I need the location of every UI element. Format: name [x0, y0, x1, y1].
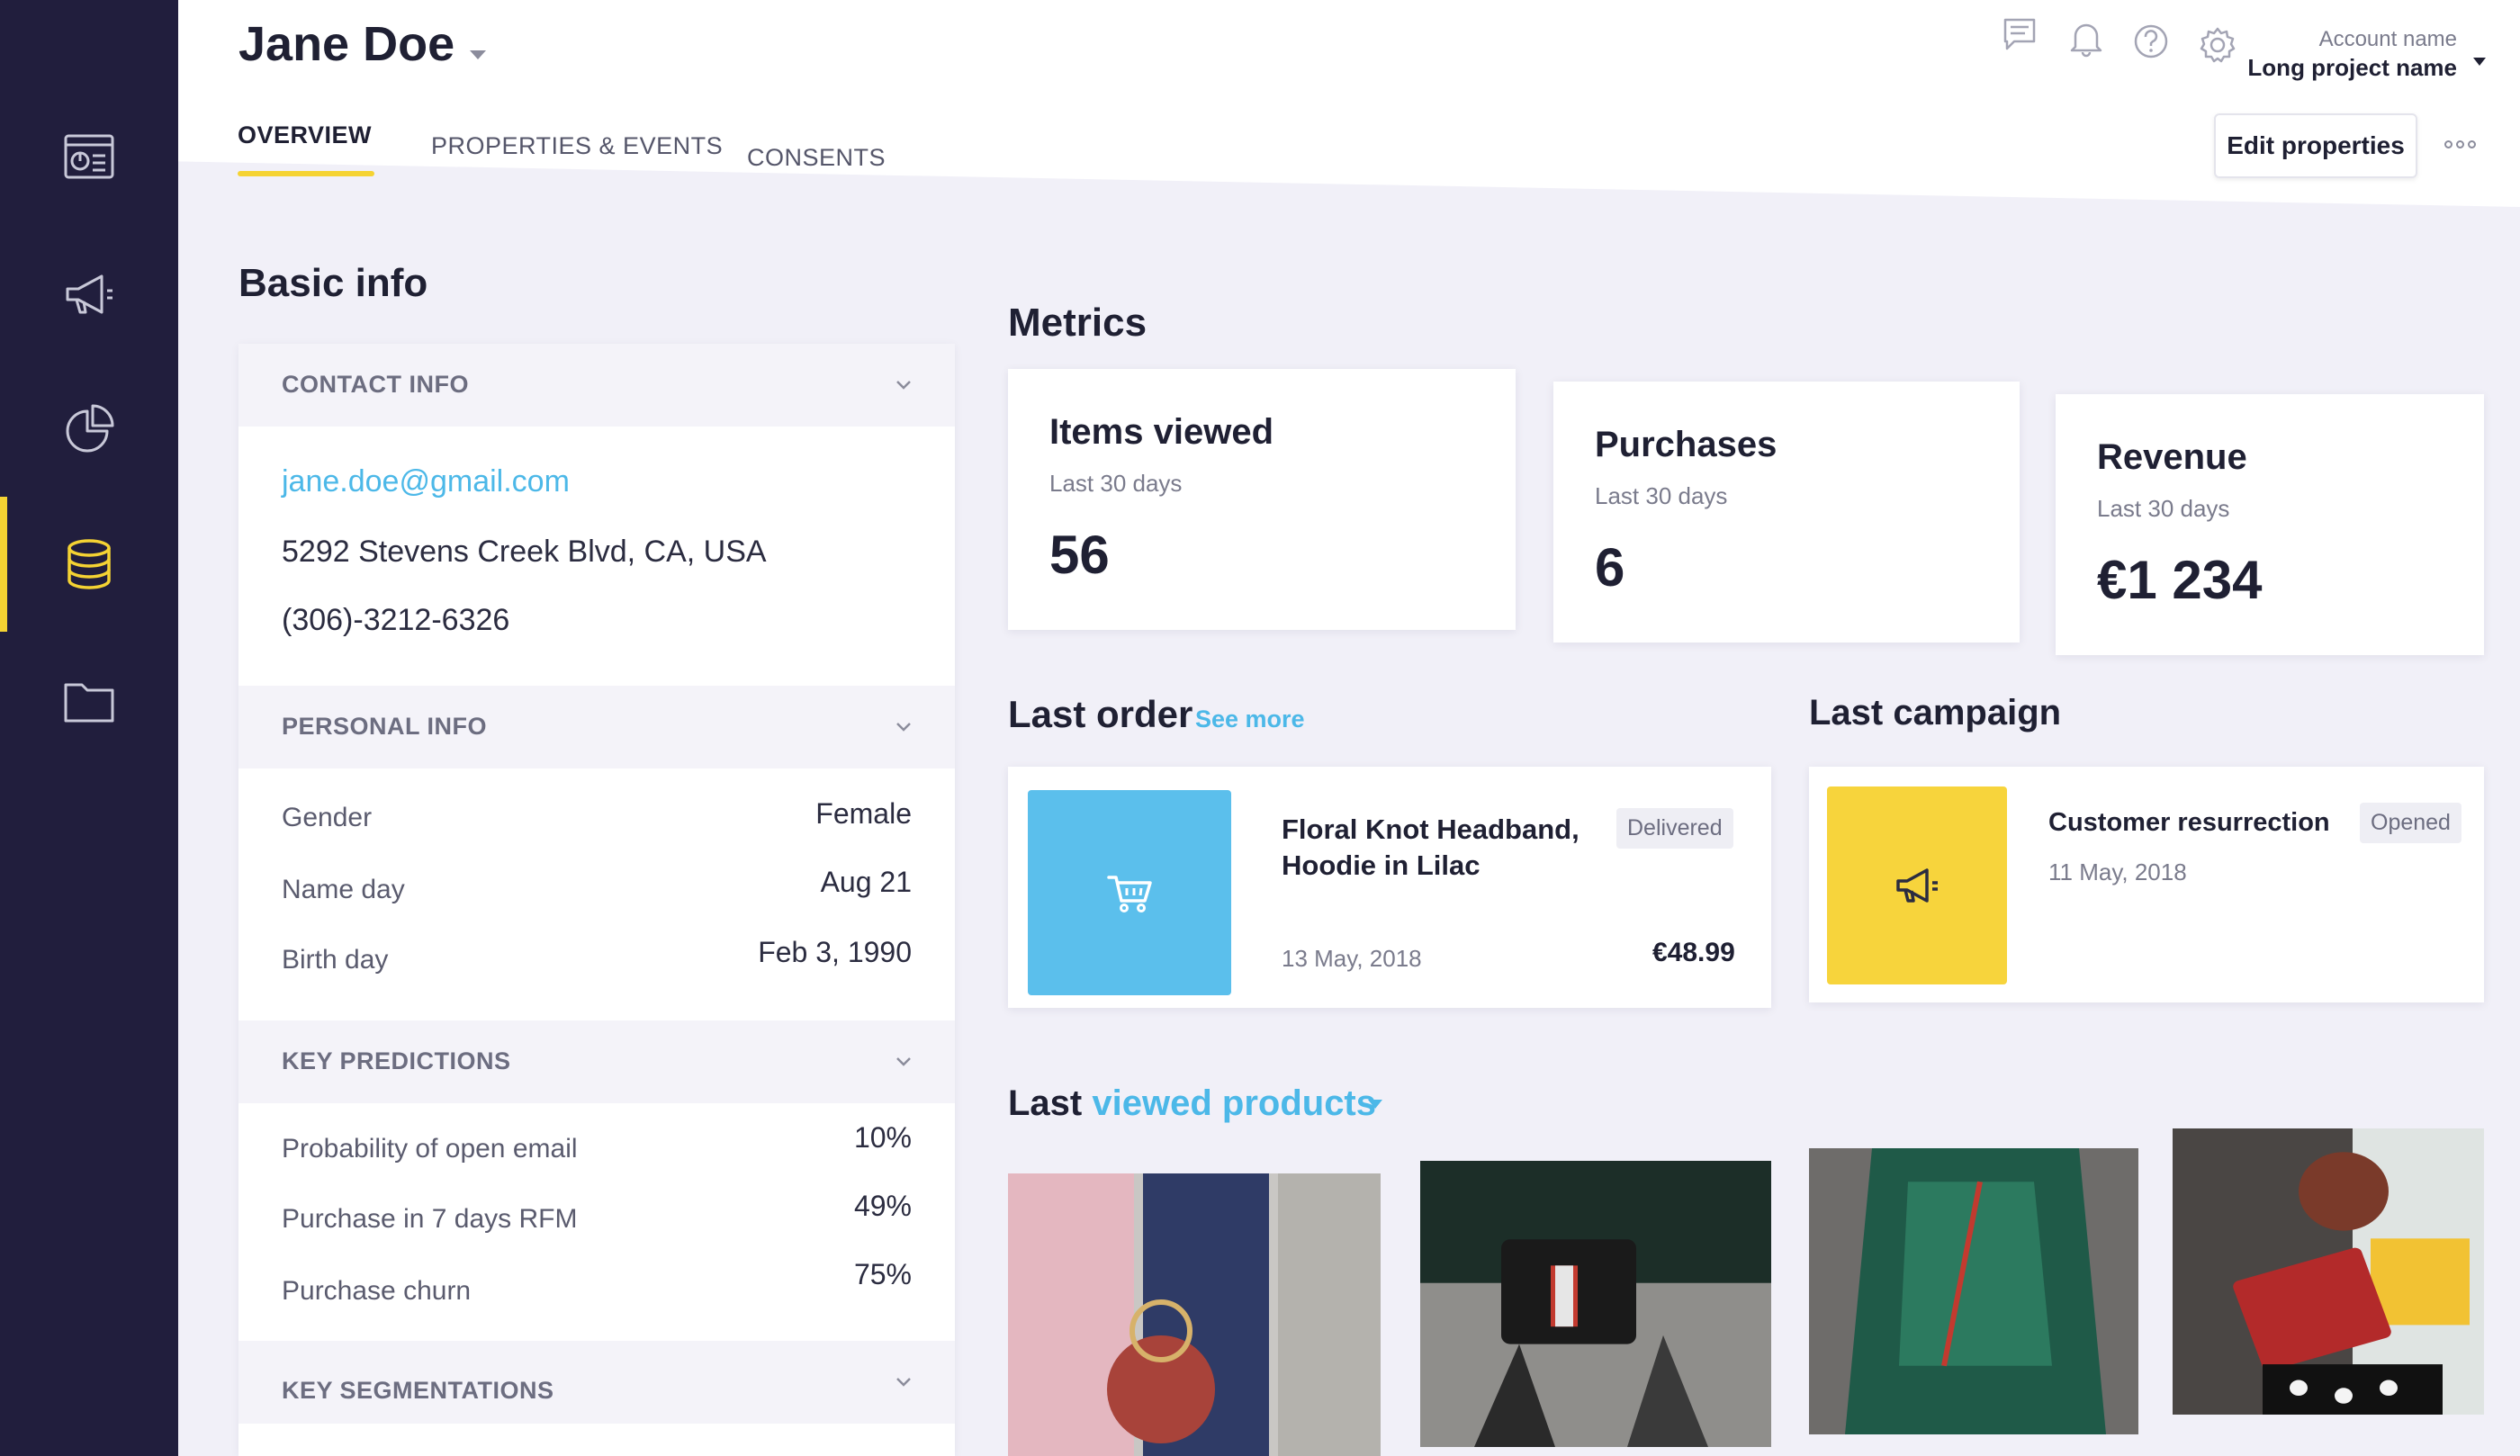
metric-period: Last 30 days [2097, 495, 2230, 522]
last-campaign-title: Last campaign [1809, 693, 2062, 732]
product-photo [2173, 1128, 2484, 1415]
campaign-date: 11 May, 2018 [2048, 858, 2187, 885]
megaphone-icon [1896, 868, 1938, 903]
product-thumbnail-4[interactable] [2173, 1128, 2484, 1415]
caret-down-icon[interactable] [2473, 58, 2486, 66]
metric-card-items-viewed: Items viewed Last 30 days 56 [1008, 369, 1516, 630]
name-day-value: Aug 21 [820, 866, 912, 898]
order-product-name-line2: Hoodie in Lilac [1282, 849, 1480, 881]
order-date: 13 May, 2018 [1282, 945, 1422, 972]
chat-icon[interactable] [2000, 14, 2039, 54]
key-segmentations-header[interactable]: KEY SEGMENTATIONS [238, 1341, 955, 1424]
bell-icon[interactable] [2066, 18, 2106, 58]
gender-label: Gender [282, 803, 373, 832]
see-more-link[interactable]: See more [1195, 706, 1305, 733]
phone-text: (306)-3212-6326 [282, 603, 510, 637]
customer-name[interactable]: Jane Doe [238, 16, 454, 72]
viewed-products-selector[interactable]: viewed products [1092, 1083, 1376, 1123]
purchase-churn-label: Purchase churn [282, 1276, 472, 1306]
basic-info-panel: CONTACT INFO jane.doe@gmail.com 5292 Ste… [238, 344, 955, 1456]
last-viewed-products-title: Last viewed products [1008, 1083, 1376, 1124]
metric-value: €1 234 [2097, 550, 2263, 610]
tab-overview[interactable]: OVERVIEW [238, 121, 372, 149]
account-label: Account name [2318, 27, 2457, 51]
pie-chart-icon [66, 404, 114, 453]
more-options-icon[interactable] [2444, 135, 2480, 153]
basic-info-title: Basic info [238, 261, 428, 305]
campaign-thumbnail [1827, 786, 2007, 984]
project-selector[interactable]: Long project name [2196, 54, 2457, 82]
shopping-cart-icon [1107, 876, 1152, 912]
metric-card-purchases: Purchases Last 30 days 6 [1553, 382, 2020, 643]
sidebar-item-dashboard[interactable] [0, 90, 178, 225]
metric-period: Last 30 days [1049, 470, 1183, 497]
key-segmentations-label: KEY SEGMENTATIONS [282, 1377, 554, 1404]
tab-consents[interactable]: CONSENTS [747, 144, 886, 172]
metric-value: 6 [1595, 537, 1625, 598]
product-thumbnail-2[interactable] [1420, 1161, 1771, 1447]
folder-icon [64, 683, 114, 723]
metric-value: 56 [1049, 525, 1110, 585]
tab-properties-events[interactable]: PROPERTIES & EVENTS [431, 132, 723, 160]
order-price: €48.99 [1652, 938, 1735, 967]
purchase-rfm-label: Purchase in 7 days RFM [282, 1204, 578, 1234]
open-email-probability-value: 10% [853, 1121, 912, 1154]
chevron-down-icon [896, 1057, 911, 1066]
personal-info-label: PERSONAL INFO [282, 713, 488, 740]
last-campaign-card[interactable]: Customer resurrection Opened 11 May, 201… [1809, 767, 2484, 1002]
purchase-churn-value: 75% [853, 1258, 912, 1290]
metric-period: Last 30 days [1595, 482, 1728, 509]
product-photo [1008, 1173, 1381, 1456]
caret-down-icon[interactable] [1368, 1100, 1382, 1109]
chevron-down-icon [896, 723, 911, 732]
metric-title: Revenue [2097, 437, 2247, 477]
contact-info-label: CONTACT INFO [282, 371, 469, 398]
metrics-title: Metrics [1008, 301, 1148, 345]
chevron-down-icon [896, 381, 911, 390]
sidebar [0, 0, 178, 1456]
sidebar-item-campaigns[interactable] [0, 227, 178, 362]
contact-info-header[interactable]: CONTACT INFO [238, 344, 955, 427]
chevron-down-icon [896, 1378, 911, 1387]
database-icon [68, 539, 111, 589]
edit-properties-button[interactable]: Edit properties [2214, 113, 2417, 178]
product-photo [1809, 1148, 2138, 1434]
order-status-badge: Delivered [1616, 808, 1733, 849]
name-day-label: Name day [282, 875, 405, 904]
birth-day-value: Feb 3, 1990 [758, 936, 912, 968]
last-order-card[interactable]: Floral Knot Headband, Hoodie in Lilac De… [1008, 767, 1771, 1008]
metric-title: Purchases [1595, 425, 1778, 464]
sidebar-item-assets[interactable] [0, 634, 178, 768]
order-product-name-line1: Floral Knot Headband, [1282, 813, 1580, 845]
purchase-rfm-value: 49% [853, 1190, 912, 1222]
gender-value: Female [815, 797, 912, 830]
help-icon[interactable] [2131, 22, 2171, 61]
address-text: 5292 Stevens Creek Blvd, CA, USA [282, 535, 767, 569]
key-predictions-label: KEY PREDICTIONS [282, 1047, 511, 1074]
product-photo [1420, 1161, 1771, 1447]
key-predictions-header[interactable]: KEY PREDICTIONS [238, 1020, 955, 1103]
sidebar-item-data[interactable] [0, 497, 178, 632]
metric-card-revenue: Revenue Last 30 days €1 234 [2056, 394, 2484, 655]
last-viewed-prefix: Last [1008, 1083, 1083, 1123]
product-thumbnail-1[interactable] [1008, 1173, 1381, 1456]
active-tab-indicator [238, 171, 374, 176]
metric-title: Items viewed [1049, 412, 1274, 452]
product-thumbnail-3[interactable] [1809, 1148, 2138, 1434]
open-email-probability-label: Probability of open email [282, 1134, 578, 1164]
dashboard-icon [64, 134, 114, 179]
email-link[interactable]: jane.doe@gmail.com [282, 464, 570, 499]
caret-down-icon[interactable] [470, 50, 486, 59]
campaign-status-badge: Opened [2360, 803, 2462, 843]
order-thumbnail [1028, 790, 1231, 995]
last-order-title: Last order [1008, 693, 1193, 735]
megaphone-icon [66, 274, 112, 314]
personal-info-header[interactable]: PERSONAL INFO [238, 686, 955, 768]
birth-day-label: Birth day [282, 945, 389, 975]
campaign-name: Customer resurrection [2048, 808, 2330, 837]
sidebar-item-analytics[interactable] [0, 362, 178, 497]
